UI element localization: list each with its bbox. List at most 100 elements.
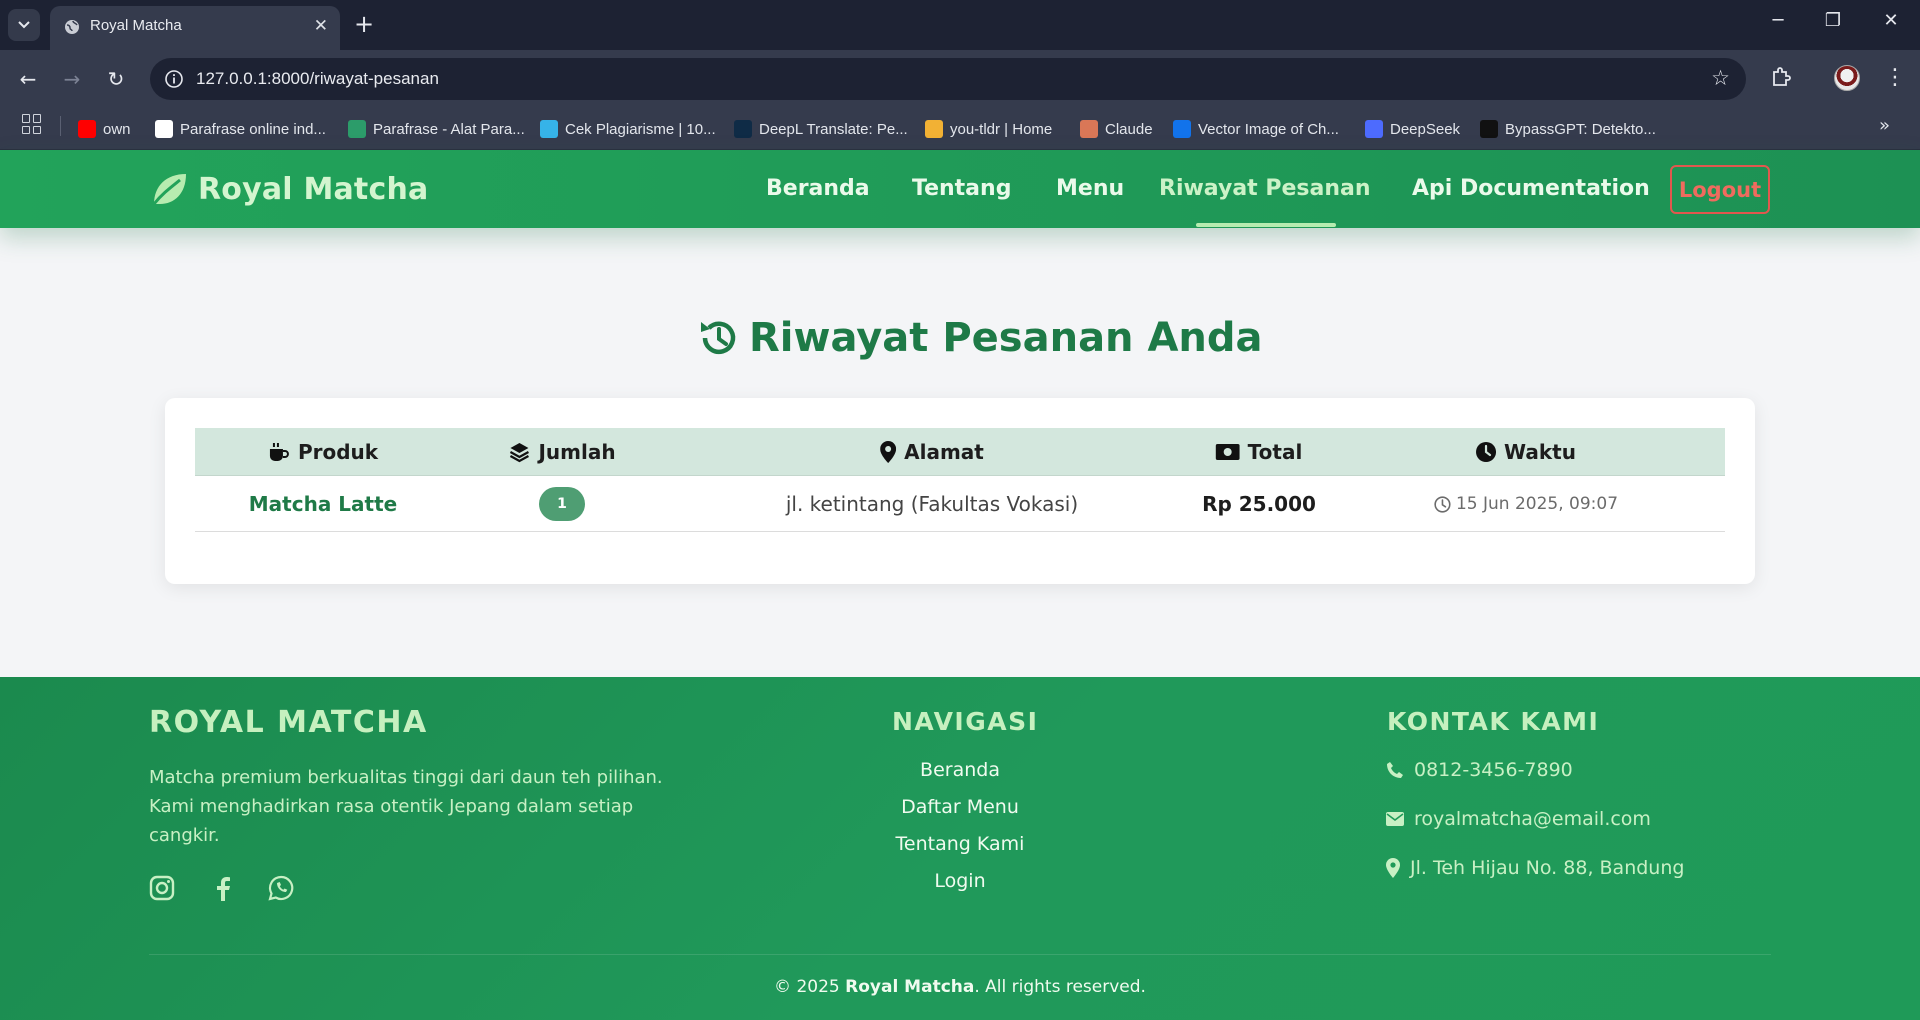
nav-link-api-documentation[interactable]: Api Documentation: [1412, 176, 1650, 201]
footer-link-beranda[interactable]: Beranda: [920, 759, 1000, 781]
map-pin-icon: [880, 441, 897, 463]
footer-contact-heading: KONTAK KAMI: [1387, 707, 1600, 736]
bookmark-item[interactable]: you-tldr | Home: [925, 108, 1052, 150]
column-header-jumlah: Jumlah: [508, 428, 616, 476]
reload-icon[interactable]: ↻: [102, 65, 130, 93]
browser-tab[interactable]: Royal Matcha ✕: [50, 6, 340, 50]
map-pin-icon: [1386, 858, 1400, 878]
site-info-icon[interactable]: [164, 69, 184, 89]
youtube-icon: [78, 120, 96, 138]
logout-button[interactable]: Logout: [1670, 165, 1770, 214]
whatsapp-icon[interactable]: [268, 875, 294, 901]
clock-outline-icon: [1434, 495, 1451, 513]
footer-link-daftar-menu[interactable]: Daftar Menu: [901, 796, 1019, 818]
browser-toolbar: ← → ↻ 127.0.0.1:8000/riwayat-pesanan ☆ ⋮: [0, 50, 1920, 108]
apps-grid-icon[interactable]: [22, 114, 42, 134]
active-nav-underline: [1196, 223, 1336, 227]
nav-link-menu[interactable]: Menu: [1056, 176, 1124, 201]
money-bill-icon: [1215, 444, 1240, 460]
site-navbar: Royal Matcha Beranda Tentang Menu Riwaya…: [0, 150, 1920, 228]
bookmark-item[interactable]: Claude: [1080, 108, 1153, 150]
restore-icon[interactable]: ❐: [1810, 10, 1856, 31]
nav-link-beranda[interactable]: Beranda: [766, 176, 870, 201]
forward-arrow-icon[interactable]: →: [58, 65, 86, 93]
footer-link-tentang-kami[interactable]: Tentang Kami: [896, 833, 1025, 855]
extensions-icon[interactable]: [1770, 66, 1792, 88]
bookmark-item[interactable]: own: [78, 108, 131, 150]
bookmark-label: Vector Image of Ch...: [1198, 120, 1339, 138]
bookmark-separator: [60, 116, 61, 136]
profile-avatar[interactable]: [1834, 65, 1860, 91]
envelope-icon: [1386, 812, 1404, 826]
browser-tab-bar: Royal Matcha ✕ + ─ ❐ ✕: [0, 0, 1920, 50]
order-time: 15 Jun 2025, 09:07: [1434, 476, 1618, 532]
deepl-icon: [734, 120, 752, 138]
bookmark-item[interactable]: DeepL Translate: Pe...: [734, 108, 908, 150]
column-header-total: Total: [1215, 428, 1302, 476]
address-bar[interactable]: 127.0.0.1:8000/riwayat-pesanan ☆: [150, 58, 1746, 100]
window-close-icon[interactable]: ✕: [1868, 10, 1914, 31]
leaf-icon: [152, 174, 186, 205]
page-title: Riwayat Pesanan Anda: [697, 315, 1263, 361]
order-product: Matcha Latte: [248, 492, 398, 516]
globe-icon: [65, 20, 79, 34]
phone-icon: [1387, 762, 1403, 778]
footer-address: Jl. Teh Hijau No. 88, Bandung: [1386, 857, 1684, 879]
footer-link-login[interactable]: Login: [934, 870, 985, 892]
table-row: Matcha Latte 1 jl. ketintang (Fakultas V…: [195, 476, 1725, 532]
site-footer: ROYAL MATCHA Matcha premium berkualitas …: [0, 677, 1920, 1020]
footer-copyright: © 2025 Royal Matcha. All rights reserved…: [774, 977, 1146, 997]
chevron-down-icon: [18, 21, 30, 29]
bookmark-label: Parafrase - Alat Para...: [373, 120, 525, 138]
coffee-cup-icon: [269, 443, 289, 461]
url-text: 127.0.0.1:8000/riwayat-pesanan: [196, 69, 439, 88]
tab-close-icon[interactable]: ✕: [314, 16, 328, 36]
brand-name: Royal Matcha: [198, 171, 429, 207]
bookmark-star-icon[interactable]: ☆: [1711, 66, 1730, 90]
bookmark-label: DeepSeek: [1390, 120, 1461, 138]
bookmark-item[interactable]: Vector Image of Ch...: [1173, 108, 1339, 150]
bookmark-label: you-tldr | Home: [950, 120, 1053, 138]
footer-phone: 0812-3456-7890: [1386, 759, 1573, 781]
instagram-icon[interactable]: [149, 875, 175, 901]
bookmark-item[interactable]: Parafrase - Alat Para...: [348, 108, 525, 150]
plagiarism-icon: [540, 120, 558, 138]
order-quantity: 1: [539, 476, 585, 532]
claude-icon: [1080, 120, 1098, 138]
footer-divider: [149, 954, 1771, 955]
bookmark-label: Claude: [1105, 120, 1153, 138]
nav-link-riwayat-pesanan[interactable]: Riwayat Pesanan: [1159, 176, 1371, 201]
order-total: Rp 25.000: [1202, 492, 1316, 516]
bookmark-label: DeepL Translate: Pe...: [759, 120, 908, 138]
new-tab-button[interactable]: +: [354, 10, 374, 38]
order-address: jl. ketintang (Fakultas Vokasi): [785, 492, 1079, 516]
nav-link-tentang[interactable]: Tentang: [912, 176, 1011, 201]
bookmark-item[interactable]: BypassGPT: Detekto...: [1480, 108, 1656, 150]
clock-icon: [1476, 442, 1497, 462]
order-history-card: Produk Jumlah Alamat Total Waktu Matcha …: [165, 398, 1755, 584]
minimize-icon[interactable]: ─: [1755, 10, 1801, 31]
table-header: Produk Jumlah Alamat Total Waktu: [195, 428, 1725, 476]
kebab-menu-icon[interactable]: ⋮: [1884, 65, 1906, 90]
back-arrow-icon[interactable]: ←: [14, 65, 42, 93]
facebook-icon[interactable]: [210, 875, 236, 901]
bookmark-item[interactable]: Cek Plagiarisme | 10...: [540, 108, 716, 150]
quillbot-icon: [348, 120, 366, 138]
brand-logo[interactable]: Royal Matcha: [148, 168, 428, 210]
page-title-text: Riwayat Pesanan Anda: [749, 315, 1263, 361]
bookmark-item[interactable]: Parafrase online ind...: [155, 108, 326, 150]
more-bookmarks-icon[interactable]: »: [1879, 115, 1890, 136]
bookmark-item[interactable]: DeepSeek: [1365, 108, 1460, 150]
footer-email: royalmatcha@email.com: [1386, 808, 1651, 830]
pencil-icon: [925, 120, 943, 138]
bypassgpt-icon: [1480, 120, 1498, 138]
footer-nav-heading: NAVIGASI: [892, 707, 1039, 736]
bookmark-label: own: [103, 120, 131, 138]
history-icon: [701, 321, 736, 355]
tab-search-button[interactable]: [8, 9, 40, 41]
deepseek-icon: [1365, 120, 1383, 138]
bookmark-label: Cek Plagiarisme | 10...: [565, 120, 716, 138]
bookmark-label: Parafrase online ind...: [180, 120, 326, 138]
footer-description: Matcha premium berkualitas tinggi dari d…: [149, 767, 663, 846]
tab-title: Royal Matcha: [90, 17, 182, 34]
